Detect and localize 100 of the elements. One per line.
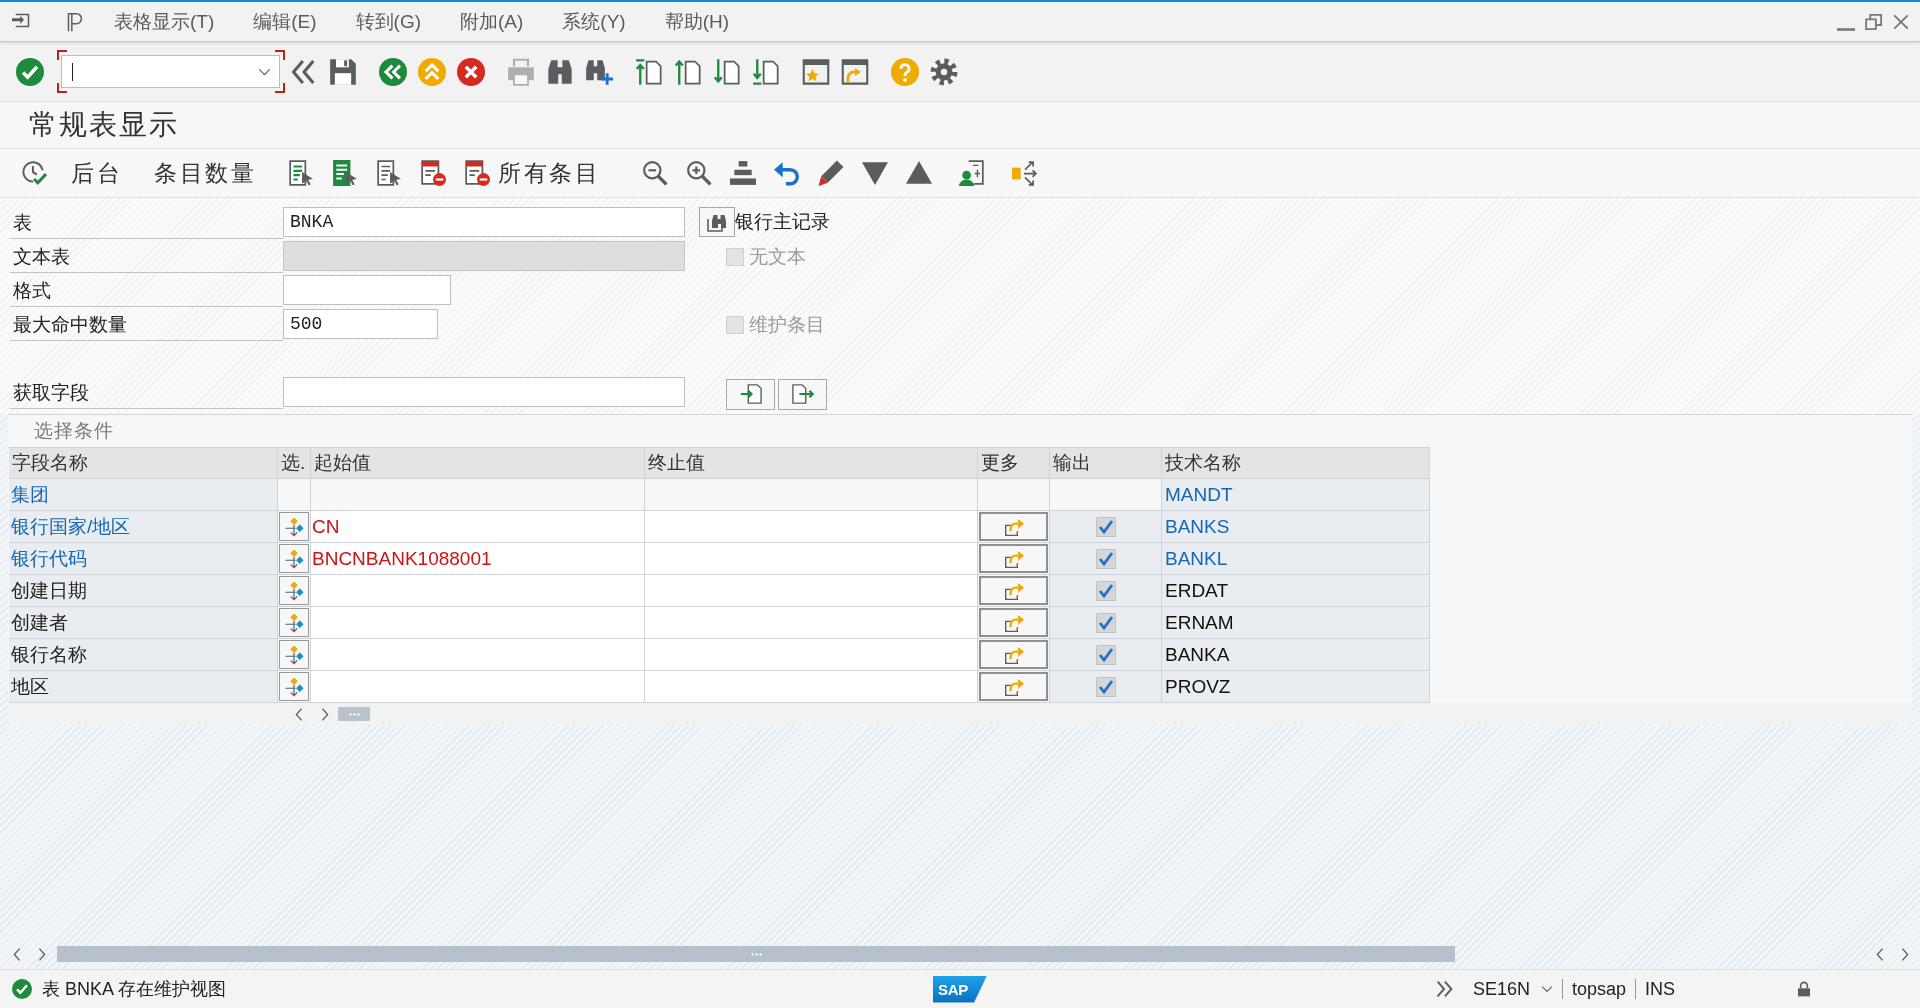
to-value-field[interactable] <box>645 511 978 543</box>
to-value-field[interactable] <box>645 607 978 639</box>
to-value-field[interactable] <box>645 543 978 575</box>
binoculars-plus-icon[interactable] <box>585 57 613 86</box>
stack-icon[interactable] <box>730 160 756 186</box>
scroll-thumb[interactable] <box>338 707 370 721</box>
input-field[interactable]: BNKA <box>283 207 685 237</box>
page-up-icon[interactable] <box>674 57 702 86</box>
output-checkbox[interactable] <box>1095 612 1116 633</box>
binoculars-icon[interactable] <box>546 57 574 86</box>
back-icon[interactable] <box>379 57 407 86</box>
select-options-button[interactable] <box>279 640 309 669</box>
diamond-arrows-icon <box>284 612 304 633</box>
person-document-icon[interactable] <box>959 160 985 186</box>
from-value-field[interactable] <box>311 607 645 639</box>
field-name: 创建者 <box>9 607 278 639</box>
scroll-right-icon[interactable] <box>38 947 46 961</box>
select-options-button[interactable] <box>279 544 309 573</box>
menu-item[interactable]: 系统(Y) <box>562 8 626 35</box>
scroll-left-icon[interactable] <box>13 947 21 961</box>
input-field[interactable] <box>283 275 451 305</box>
scroll-left-icon[interactable] <box>1876 947 1884 961</box>
scrollbar-thumb[interactable] <box>57 946 1455 962</box>
clock-check-icon[interactable] <box>21 160 47 186</box>
page-last-icon[interactable] <box>752 57 780 86</box>
document-minus-icon <box>464 160 490 186</box>
menu-item[interactable]: 转到(G) <box>355 8 422 35</box>
menu-item[interactable]: 帮助(H) <box>664 8 730 35</box>
restore-icon[interactable] <box>1865 12 1883 31</box>
zoom-in-icon[interactable] <box>686 160 712 186</box>
input-field[interactable]: 500 <box>283 309 438 339</box>
multiple-selection-button[interactable] <box>979 640 1048 669</box>
to-value-field[interactable] <box>645 575 978 607</box>
split-arrows-icon[interactable] <box>1012 160 1038 186</box>
output-checkbox[interactable] <box>1095 548 1116 569</box>
scroll-right-icon[interactable] <box>321 707 329 721</box>
document-minus-icon[interactable] <box>420 160 446 186</box>
input-field[interactable] <box>283 377 685 407</box>
save-icon[interactable] <box>329 57 357 86</box>
double-chevron-right-icon[interactable] <box>1436 980 1453 998</box>
diamond-arrows-icon <box>284 676 304 697</box>
column-header: 技术名称 <box>1162 448 1430 479</box>
select-options-button[interactable] <box>279 608 309 637</box>
from-value-field[interactable]: BNCNBANK1088001 <box>311 543 645 575</box>
triangle-down-icon[interactable] <box>862 160 888 186</box>
to-value-field[interactable] <box>645 671 978 703</box>
select-options-button[interactable] <box>279 512 309 541</box>
diamond-arrows-icon <box>284 644 304 665</box>
document-arrow-in-icon <box>739 383 762 405</box>
settings-icon[interactable] <box>930 57 958 86</box>
menu-item[interactable]: 表格显示(T) <box>114 8 215 35</box>
field-name: 集团 <box>9 479 278 511</box>
field-label: 格式 <box>10 275 283 307</box>
multiple-selection-button[interactable] <box>979 608 1048 637</box>
check-circle-icon[interactable] <box>15 57 44 86</box>
toolbar-button[interactable]: 所有条目 <box>464 157 600 189</box>
zoom-out-icon[interactable] <box>642 160 668 186</box>
output-checkbox[interactable] <box>1095 644 1116 665</box>
to-value-field[interactable] <box>645 639 978 671</box>
transaction-code: SE16N <box>1473 978 1531 1000</box>
icon-button[interactable] <box>778 378 827 410</box>
field-label: 最大命中数量 <box>10 309 283 341</box>
undo-icon[interactable] <box>774 160 800 186</box>
icon-button[interactable] <box>726 378 775 410</box>
technical-name: BANKA <box>1162 639 1430 671</box>
status-message: 表 BNKA 存在维护视图 <box>42 978 227 1001</box>
from-value-field[interactable] <box>311 671 645 703</box>
document-pointer-icon[interactable] <box>376 160 402 186</box>
document-lines-icon[interactable] <box>288 160 314 186</box>
cancel-icon[interactable] <box>457 57 485 86</box>
menu-item[interactable]: 编辑(E) <box>253 8 317 35</box>
filled-document-icon[interactable] <box>332 160 358 186</box>
from-value-field[interactable] <box>311 639 645 671</box>
select-options-button[interactable] <box>279 576 309 605</box>
table-button[interactable]: 银行主记录 <box>699 207 830 237</box>
triangle-up-icon[interactable] <box>906 160 932 186</box>
multiple-selection-button[interactable] <box>979 672 1048 701</box>
multiple-selection-button[interactable] <box>979 512 1048 541</box>
menu-item[interactable]: 附加(A) <box>460 8 524 35</box>
dropdown-icon[interactable] <box>257 67 271 76</box>
from-value-field[interactable]: CN <box>311 511 645 543</box>
page-first-icon[interactable] <box>635 57 663 86</box>
output-checkbox[interactable] <box>1095 516 1116 537</box>
column-header: 输出 <box>1050 448 1162 479</box>
select-options-button[interactable] <box>279 672 309 701</box>
output-checkbox[interactable] <box>1095 676 1116 697</box>
scroll-left-icon[interactable] <box>295 707 303 721</box>
toolbar-button[interactable]: 后台 <box>71 157 122 189</box>
field-name: 创建日期 <box>9 575 278 607</box>
lock-icon <box>1796 980 1813 998</box>
multiple-selection-button[interactable] <box>979 544 1048 573</box>
close-icon[interactable] <box>1893 13 1909 30</box>
pencil-icon[interactable] <box>818 160 844 186</box>
toolbar-button[interactable]: 条目数量 <box>154 157 256 189</box>
page-down-icon[interactable] <box>713 57 741 86</box>
dropdown-icon[interactable] <box>1541 985 1554 993</box>
scroll-right-icon[interactable] <box>1901 947 1909 961</box>
output-checkbox[interactable] <box>1095 580 1116 601</box>
from-value-field[interactable] <box>311 575 645 607</box>
multiple-selection-button[interactable] <box>979 576 1048 605</box>
